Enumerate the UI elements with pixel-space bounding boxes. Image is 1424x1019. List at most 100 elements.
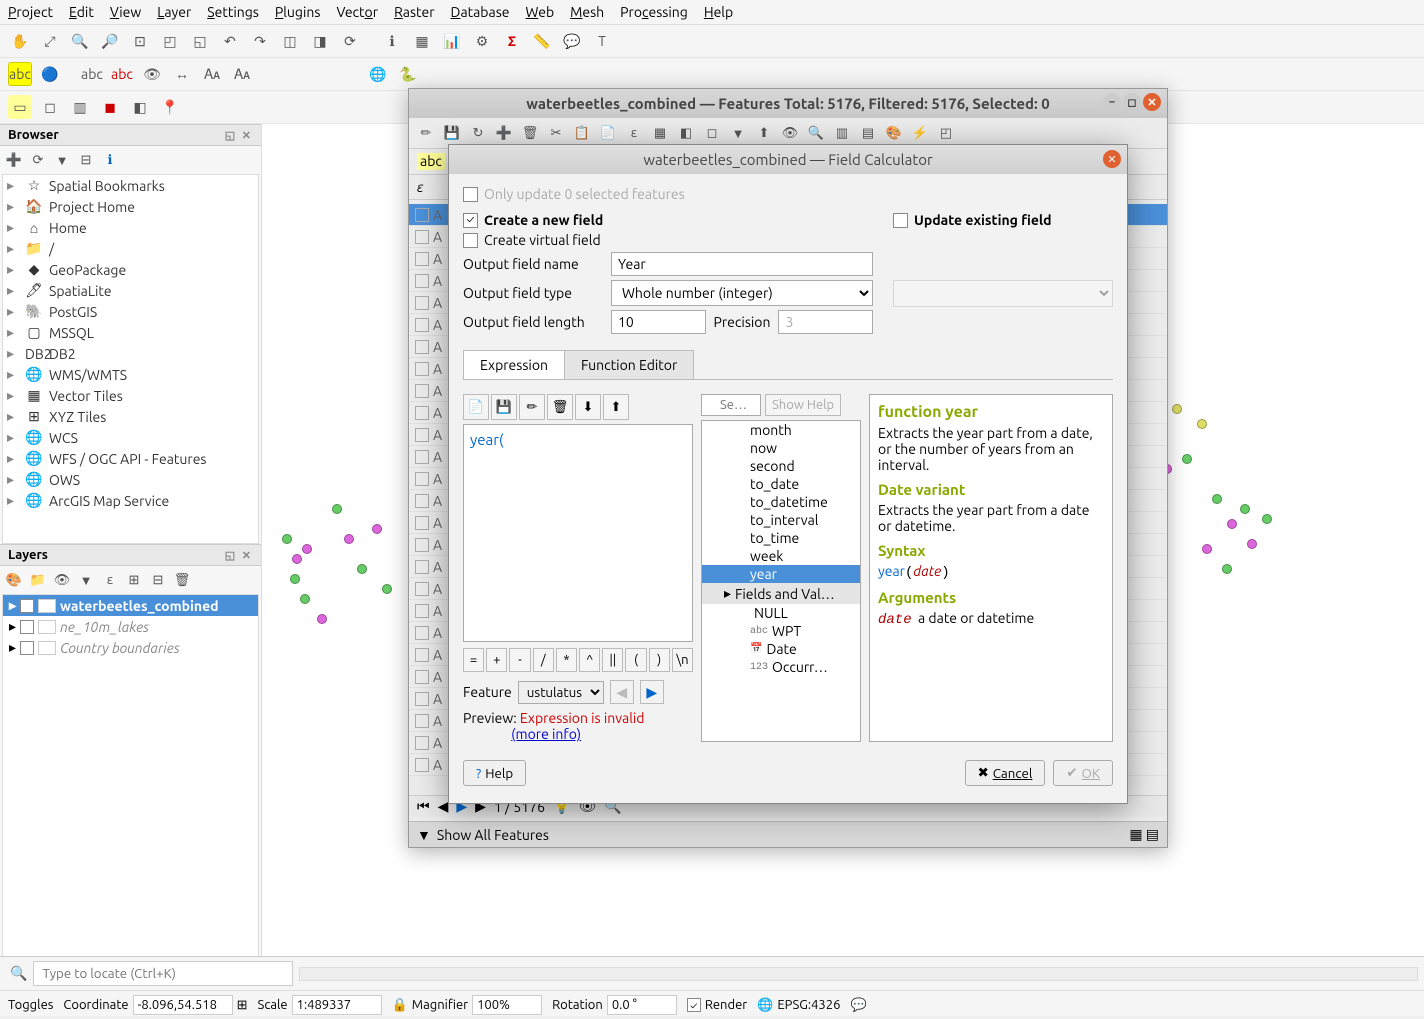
refresh-browser-icon[interactable]: ⟳ [28,150,48,170]
prev-icon[interactable]: ◀ [438,798,449,815]
paste-icon[interactable]: 📄 [597,122,619,144]
new-field-icon[interactable]: ▥ [831,122,853,144]
label-diagram-icon[interactable]: 🔵 [38,62,62,86]
op-button[interactable]: || [602,648,623,672]
browser-item[interactable]: ▸🌐WMS/WMTS [3,364,258,385]
add-group-icon[interactable]: 📁 [28,570,48,590]
function-item[interactable]: to_date [702,475,860,493]
properties-icon[interactable]: ℹ [100,150,120,170]
menu-help[interactable]: Help [704,4,733,20]
deselect-icon[interactable]: ◻ [701,122,723,144]
scale-input[interactable] [292,995,382,1015]
render-check[interactable] [687,998,701,1012]
select-by-icon[interactable]: ▥ [68,95,92,119]
function-item[interactable]: to_datetime [702,493,860,511]
op-button[interactable]: = [463,648,484,672]
browser-item[interactable]: ▸🖊SpatiaLite [3,280,258,301]
field-item[interactable]: 123Occurr… [702,658,860,676]
function-item[interactable]: week [702,547,860,565]
pan-selection-icon[interactable]: ⤢ [38,29,62,53]
tab-function-editor[interactable]: Function Editor [564,350,694,379]
del-field-icon[interactable]: ▤ [857,122,879,144]
zoom-selection-icon[interactable]: ◰ [158,29,182,53]
pan-sel-icon[interactable]: 👁 [779,122,801,144]
menu-layer[interactable]: Layer [157,4,191,20]
attr-table-icon[interactable]: ▦ [410,29,434,53]
invert-sel-icon[interactable]: ◧ [675,122,697,144]
add-layer-icon[interactable]: ➕ [4,150,24,170]
function-item[interactable]: to_time [702,529,860,547]
fc-titlebar[interactable]: waterbeetles_combined — Field Calculator… [449,145,1127,174]
function-list[interactable]: monthnowsecondto_dateto_datetimeto_inter… [701,420,861,742]
select-location-icon[interactable]: 📍 [158,95,182,119]
text-annotation-icon[interactable]: T [590,29,614,53]
layer-item[interactable]: ▸Country boundaries [3,637,258,658]
lock-icon[interactable]: 🔒 [392,998,408,1013]
stats-icon[interactable]: Σ [500,29,524,53]
layer-item[interactable]: ▸✓waterbeetles_combined [3,595,258,616]
filter-browser-icon[interactable]: ▼ [52,150,72,170]
minimize-icon[interactable]: – [1103,93,1121,111]
label-rotate-icon[interactable]: 🗛 [200,62,224,86]
epsg-label[interactable]: EPSG:4326 [777,998,840,1012]
filter-layers-icon[interactable]: ▼ [76,570,96,590]
measure-icon[interactable]: 📏 [530,29,554,53]
label-change-icon[interactable]: 🗛 [230,62,254,86]
zoom-last-icon[interactable]: ↶ [218,29,242,53]
function-search[interactable] [701,394,761,416]
select-icon[interactable]: ▭ [8,95,32,119]
browser-item[interactable]: ▸▦Vector Tiles [3,385,258,406]
dock-icon[interactable]: ◰ [935,122,957,144]
browser-item[interactable]: ▸🌐ArcGIS Map Service [3,490,258,511]
function-item[interactable]: to_interval [702,511,860,529]
collapse-browser-icon[interactable]: ⊟ [76,150,96,170]
map-tips-icon[interactable]: 💬 [560,29,584,53]
out-name-input[interactable] [611,252,873,276]
prev-feature-icon[interactable]: ◀ [610,680,634,704]
zoom-layer-icon[interactable]: ◱ [188,29,212,53]
refresh-icon[interactable]: ⟳ [338,29,362,53]
expand-all-icon[interactable]: ⊞ [124,570,144,590]
tab-expression[interactable]: Expression [463,350,565,379]
browser-item[interactable]: ▸📁/ [3,238,258,259]
copy-icon[interactable]: 📋 [571,122,593,144]
locate-input[interactable] [33,961,293,986]
fields-category[interactable]: ▸Fields and Val… [702,583,860,604]
cond-format-icon[interactable]: 🎨 [883,122,905,144]
menu-web[interactable]: Web [526,4,555,20]
menu-mesh[interactable]: Mesh [570,4,604,20]
edit-icon[interactable]: ✏ [415,122,437,144]
close-icon[interactable]: ✕ [1103,150,1121,168]
messages-icon[interactable]: 💬 [850,998,866,1013]
coord-input[interactable] [133,995,233,1015]
metasearch-icon[interactable]: 🌐 [366,62,390,86]
delete-feature-icon[interactable]: 🗑 [519,122,541,144]
op-button[interactable]: * [556,648,577,672]
filter-form-icon[interactable]: ▼ [727,122,749,144]
browser-item[interactable]: ▸▢MSSQL [3,322,258,343]
identify-icon[interactable]: ℹ [380,29,404,53]
crs-icon[interactable]: 🌐 [757,998,773,1013]
zoom-full-icon[interactable]: ⊡ [128,29,152,53]
browser-item[interactable]: ▸🐘PostGIS [3,301,258,322]
field-item[interactable]: NULL [702,604,860,622]
menu-database[interactable]: Database [451,4,510,20]
visibility-icon[interactable]: 👁 [52,570,72,590]
show-help-button[interactable]: Show Help [765,394,841,416]
menu-plugins[interactable]: Plugins [275,4,321,20]
menu-raster[interactable]: Raster [394,4,434,20]
browser-item[interactable]: ▸⊞XYZ Tiles [3,406,258,427]
op-button[interactable]: \n [672,648,693,672]
function-item[interactable]: now [702,439,860,457]
export-expr-icon[interactable]: ⬆ [603,394,629,420]
processing-icon[interactable]: ⚙ [470,29,494,53]
feature-select[interactable]: ustulatus [518,681,604,704]
field-item[interactable]: abcWPT [702,622,860,640]
update-existing-check[interactable]: Update existing field [893,210,1113,230]
maximize-icon[interactable]: ◻ [1123,93,1141,111]
menu-processing[interactable]: Processing [620,4,688,20]
create-virtual-check[interactable]: Create virtual field [463,230,873,250]
cancel-button[interactable]: ✖Cancel [965,760,1046,786]
pan-icon[interactable]: ✋ [8,29,32,53]
function-item[interactable]: month [702,421,860,439]
